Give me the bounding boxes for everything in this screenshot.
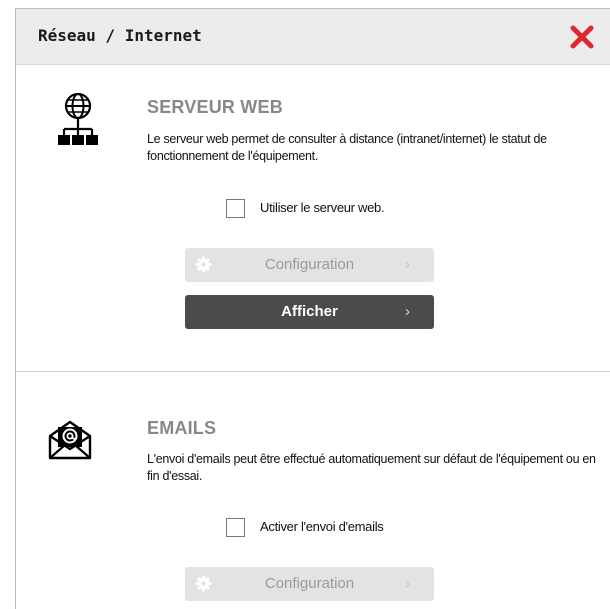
emails-title: EMAILS xyxy=(147,418,217,438)
enable-emails-checkbox[interactable] xyxy=(226,518,245,537)
chevron-right-icon: › xyxy=(405,575,410,592)
dialog-header: Réseau / Internet xyxy=(16,9,610,65)
network-internet-dialog: Réseau / Internet SERVEUR WEB Le serveur… xyxy=(15,8,610,609)
use-web-server-label[interactable]: Utiliser le serveur web. xyxy=(260,200,385,215)
close-button[interactable] xyxy=(569,24,595,50)
show-button[interactable]: Afficher › xyxy=(185,295,434,329)
chevron-right-icon: › xyxy=(405,303,410,320)
web-server-title: SERVEUR WEB xyxy=(147,97,283,117)
close-x-icon xyxy=(570,25,594,49)
configuration-label: Configuration xyxy=(264,575,355,592)
enable-emails-label[interactable]: Activer l'envoi d'emails xyxy=(260,519,384,534)
network-globe-icon xyxy=(56,91,100,149)
web-server-configuration-button[interactable]: Configuration › xyxy=(185,248,434,282)
use-web-server-checkbox[interactable] xyxy=(226,199,245,218)
chevron-right-icon: › xyxy=(405,256,410,273)
email-envelope-icon xyxy=(47,418,93,462)
configuration-label: Configuration xyxy=(264,256,355,273)
show-label: Afficher xyxy=(281,303,338,320)
web-server-description: Le serveur web permet de consulter à dis… xyxy=(147,132,547,163)
emails-configuration-button[interactable]: Configuration › xyxy=(185,567,434,601)
dialog-title: Réseau / Internet xyxy=(38,26,202,45)
section-divider xyxy=(16,371,610,372)
emails-description: L'envoi d'emails peut être effectué auto… xyxy=(147,452,596,483)
